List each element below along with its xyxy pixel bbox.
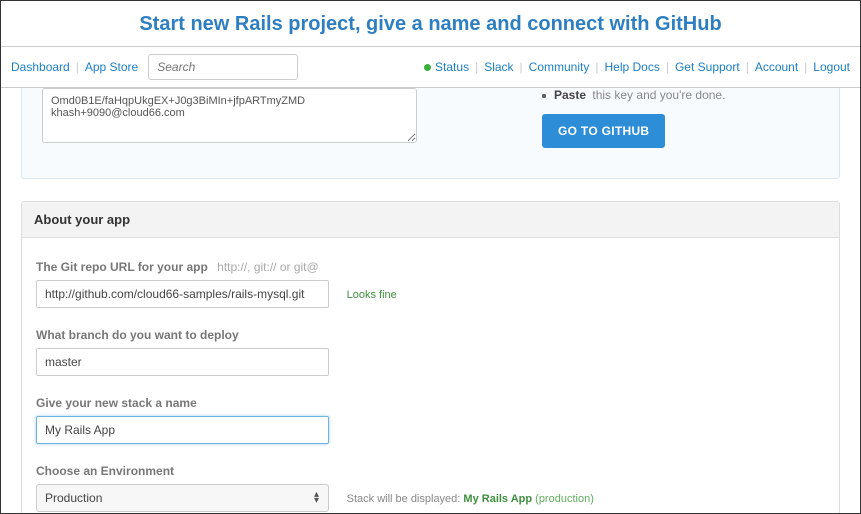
repo-status-msg: Looks fine <box>347 289 397 301</box>
status-indicator-icon <box>424 64 431 71</box>
about-app-panel: About your app The Git repo URL for your… <box>21 201 840 513</box>
stack-name-label: Give your new stack a name <box>36 396 825 410</box>
top-nav: Dashboard | App Store Status | Slack | C… <box>1 46 860 88</box>
branch-label: What branch do you want to deploy <box>36 328 825 342</box>
environment-label: Choose an Environment <box>36 464 825 478</box>
nav-community[interactable]: Community <box>529 60 590 74</box>
nav-logout[interactable]: Logout <box>813 60 850 74</box>
go-to-github-button[interactable]: GO TO GITHUB <box>542 114 665 148</box>
nav-get-support[interactable]: Get Support <box>675 60 740 74</box>
about-heading: About your app <box>22 202 839 238</box>
page-title: Start new Rails project, give a name and… <box>1 13 860 36</box>
ssh-panel: Paste this key and you're done. GO TO GI… <box>21 88 840 179</box>
bullet-icon <box>542 94 546 98</box>
nav-account[interactable]: Account <box>755 60 798 74</box>
repo-url-label: The Git repo URL for your app http://, g… <box>36 260 825 274</box>
stack-name-input[interactable] <box>36 416 329 444</box>
nav-dashboard[interactable]: Dashboard <box>11 60 70 74</box>
nav-app-store[interactable]: App Store <box>85 60 138 74</box>
repo-url-input[interactable] <box>36 280 329 308</box>
search-input[interactable] <box>148 54 298 80</box>
page-title-bar: Start new Rails project, give a name and… <box>1 1 860 46</box>
nav-slack[interactable]: Slack <box>484 60 513 74</box>
stack-display-preview: Stack will be displayed: My Rails App (p… <box>347 493 594 505</box>
branch-input[interactable] <box>36 348 329 376</box>
environment-select[interactable]: Production <box>36 484 329 512</box>
ssh-key-textarea[interactable] <box>42 88 417 143</box>
nav-status[interactable]: Status <box>435 60 469 74</box>
paste-instruction: Paste this key and you're done. <box>542 88 819 102</box>
nav-help-docs[interactable]: Help Docs <box>604 60 659 74</box>
